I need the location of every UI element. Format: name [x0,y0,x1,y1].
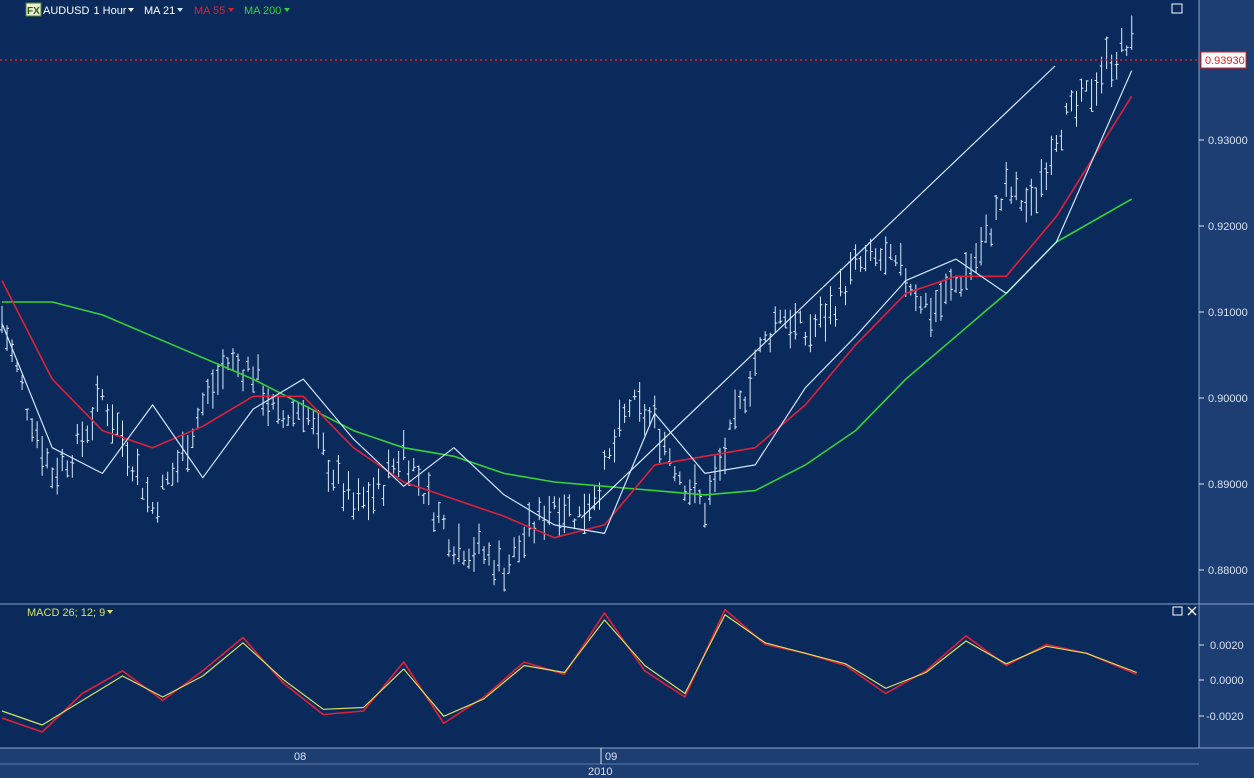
price-tick-1: 0.92000 [1208,221,1248,233]
ma21-label[interactable]: MA 21 [144,5,175,17]
price-tick-4: 0.89000 [1208,479,1248,491]
price-tick-3: 0.90000 [1208,393,1248,405]
price-tick-0: 0.93000 [1208,135,1248,147]
price-tick-2: 0.91000 [1208,307,1248,319]
current-price-label: 0.93930 [1205,55,1245,67]
day-label-09: 09 [605,751,617,763]
time-axis[interactable] [0,748,1254,778]
macd-tick-0: 0.0020 [1210,640,1244,652]
price-tick-5: 0.88000 [1208,565,1248,577]
ma200-label[interactable]: MA 200 [244,5,281,17]
day-label-08: 08 [294,751,306,763]
fx-badge: FX [27,6,40,17]
price-panel[interactable] [0,0,1199,603]
year-label: 2010 [588,766,612,778]
ma55-label[interactable]: MA 55 [194,5,225,17]
symbol-label[interactable]: AUDUSD 1 Hour [43,5,127,17]
price-axis[interactable] [1199,0,1254,748]
macd-label[interactable]: MACD 26; 12; 9 [27,607,105,619]
macd-tick-1: 0.0000 [1210,675,1244,687]
macd-tick-2: -0.0020 [1206,711,1243,723]
chart-canvas: 0.93930 0.93000 0.92000 0.91000 0.90000 … [0,0,1254,778]
